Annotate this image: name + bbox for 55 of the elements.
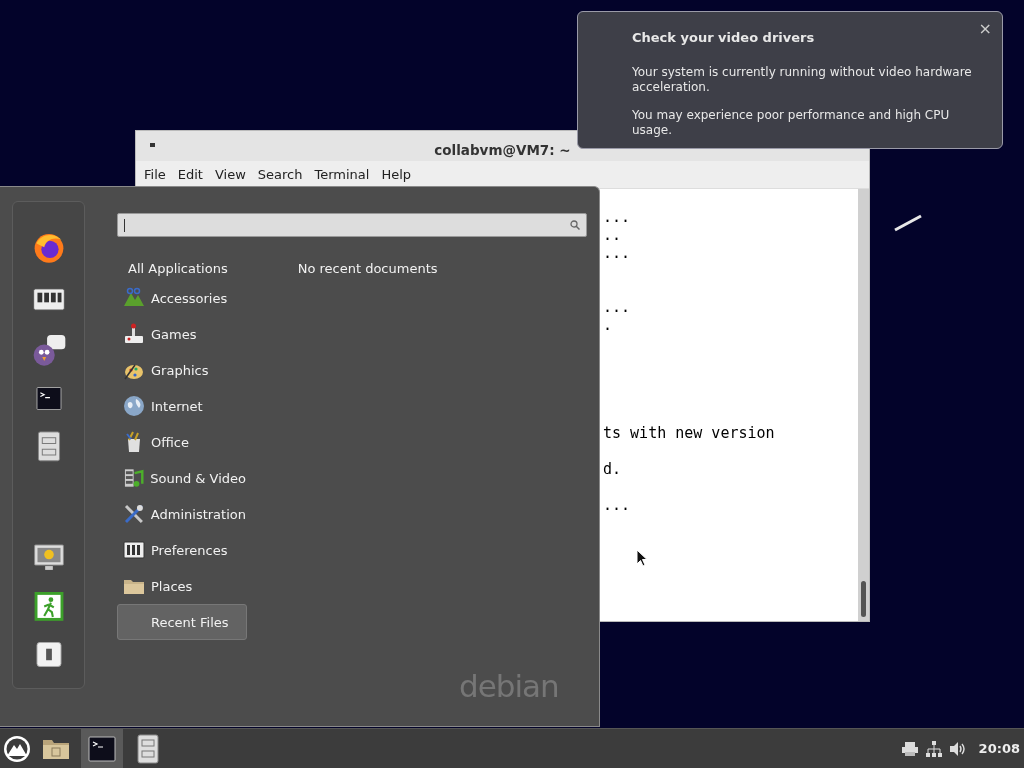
landscape-icon [123,287,145,309]
terminal-text: ... [603,208,631,226]
terminal-text: ... [603,244,631,262]
tools-icon [123,503,145,525]
joystick-icon [123,323,145,345]
category-item[interactable]: Games [117,316,247,352]
terminal-icon[interactable] [35,387,62,411]
printer-icon[interactable] [901,741,918,756]
keyboard-icon[interactable] [31,285,66,313]
menu-item[interactable]: Help [375,167,418,182]
taskbar-button[interactable] [81,729,123,768]
terminal-text: .. [603,226,622,244]
mouse-pointer-icon [636,549,648,568]
film-music-icon [123,467,145,489]
network-icon[interactable] [925,740,942,757]
sliders-icon [123,539,145,561]
terminal-text: d. [603,460,622,478]
menu-item[interactable]: Edit [171,167,209,182]
category-item[interactable]: Internet [117,388,247,424]
terminal-text: ... [603,496,631,514]
menu-item[interactable]: Search [251,167,309,182]
category-item[interactable]: Places [117,568,247,604]
file-cabinet-icon[interactable] [36,431,61,462]
exit-sign-icon[interactable] [33,592,64,622]
category-item[interactable]: Administration [117,496,247,532]
search-field[interactable] [117,213,587,237]
category-item[interactable]: Sound & Video [117,460,247,496]
terminal-text: . [603,316,613,334]
notification-title: Check your video drivers [632,30,816,45]
monitor-lock-icon[interactable] [32,544,65,572]
volume-icon[interactable] [949,741,967,756]
terminal-icon [87,733,117,764]
menu-item[interactable]: File [138,167,172,182]
category-item[interactable]: Office [117,424,247,460]
category-item[interactable]: Graphics [117,352,247,388]
notification-text: Your system is currently running without video hardware acceleration. [632,65,973,95]
scrollbar-thumb[interactable] [861,581,866,617]
globe-icon [123,395,145,417]
terminal-text: ... [603,298,631,316]
terminal-text: ts with new version [603,424,775,442]
power-switch-icon[interactable] [35,642,62,667]
category-item[interactable]: Accessories [117,280,247,316]
category-item[interactable]: Recent Files [117,604,247,640]
category-item[interactable]: Preferences [117,532,247,568]
notification-text: You may experience poor performance and high CPU usage. [632,108,951,138]
category-heading[interactable]: All Applications [128,260,228,276]
mountain-logo-icon[interactable] [3,734,31,763]
search-icon [570,220,580,230]
clock[interactable]: 20:08 [978,741,1020,756]
close-button[interactable]: × [978,19,992,38]
menu-item[interactable]: Terminal [308,167,376,182]
window-title: collabvm@VM7: ~ [434,141,571,158]
menu-item[interactable]: View [208,167,252,182]
empty-message: No recent documents [297,260,438,276]
scrollbar[interactable] [858,189,869,621]
